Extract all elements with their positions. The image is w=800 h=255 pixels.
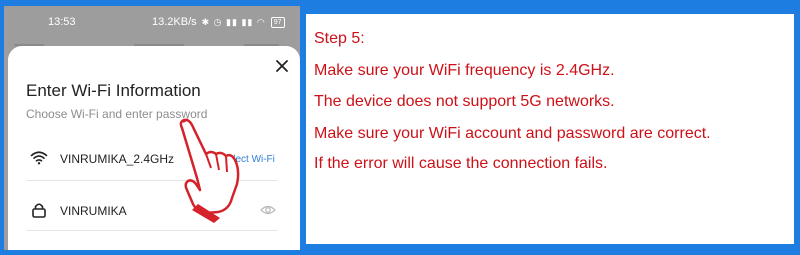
- divider: [26, 230, 278, 231]
- wifi-icon: [30, 151, 48, 165]
- note-line: Make sure your WiFi frequency is 2.4GHz.: [314, 62, 615, 79]
- wifi-name: VINRUMIKA_2.4GHz: [60, 152, 175, 166]
- note-line: Make sure your WiFi account and password…: [314, 125, 711, 142]
- status-bar: 13:53 13.2KB/s ✱ ◷ ▮▮ ▮▮ ◠ 97: [4, 6, 300, 36]
- network-speed: 13.2KB/s: [152, 16, 197, 28]
- sheet-title: Enter Wi-Fi Information: [26, 81, 201, 100]
- step-heading: Step 5:: [314, 30, 365, 47]
- status-time: 13:53: [48, 16, 76, 28]
- status-indicators: 13.2KB/s ✱ ◷ ▮▮ ▮▮ ◠ 97: [152, 16, 285, 28]
- phone-screenshot: 13:53 13.2KB/s ✱ ◷ ▮▮ ▮▮ ◠ 97 Enter Wi-F…: [4, 6, 300, 250]
- instructions-panel: Step 5: Make sure your WiFi frequency is…: [306, 14, 794, 244]
- note-line: If the error will cause the connection f…: [314, 155, 608, 172]
- close-icon[interactable]: [272, 56, 292, 76]
- wifi-info-sheet: Enter Wi-Fi Information Choose Wi-Fi and…: [8, 46, 300, 250]
- password-value: VINRUMIKA: [60, 204, 127, 218]
- note-line: The device does not support 5G networks.: [314, 93, 615, 110]
- lock-icon: [32, 203, 46, 218]
- eye-icon[interactable]: [260, 203, 276, 217]
- battery-icon: 97: [270, 16, 285, 28]
- status-icons: ✱ ◷ ▮▮ ▮▮ ◠: [201, 16, 266, 27]
- pointing-hand-icon: [179, 118, 240, 223]
